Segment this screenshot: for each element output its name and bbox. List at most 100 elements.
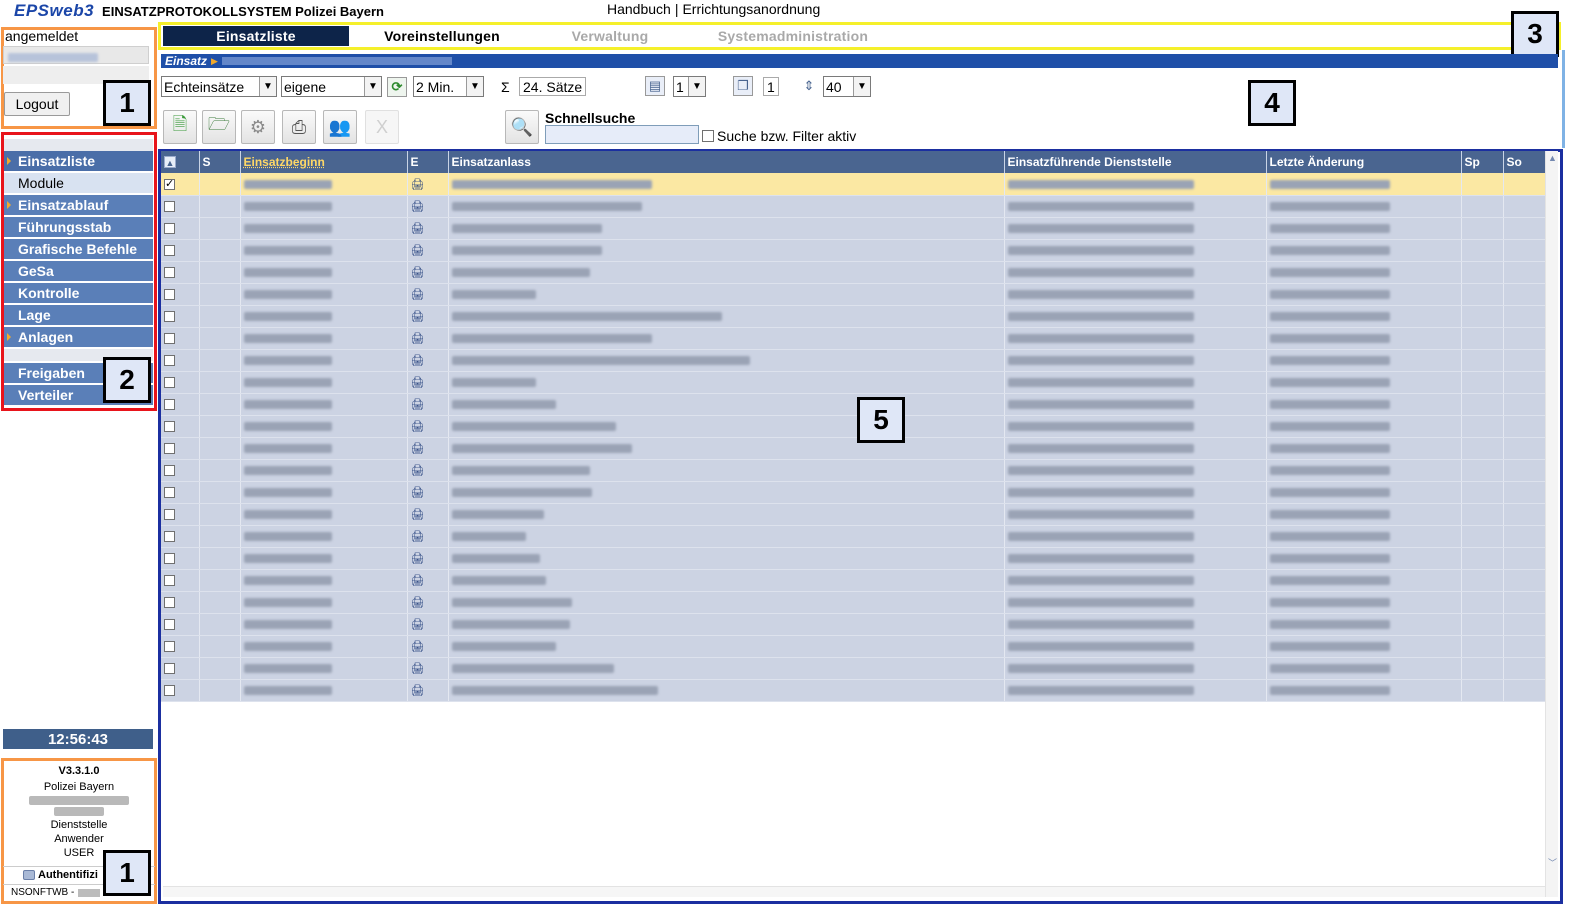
table-row[interactable]: 🖨 [161,173,1546,196]
refresh-interval-select[interactable]: 2 Min. ▼ [413,76,484,97]
table-row[interactable]: 🖨 [161,635,1546,658]
table-row[interactable]: 🖨 [161,261,1546,284]
column-header-einsatzbeginn[interactable]: Einsatzbeginn [240,151,408,173]
quicksearch-icon[interactable]: 🔍 [505,110,539,144]
column-header-dienststelle[interactable]: Einsatzführende Dienststelle [1004,151,1267,173]
redacted-text [1007,532,1194,542]
quicksearch-input[interactable] [545,125,699,144]
nav-item-label: Verteiler [18,387,74,403]
row-checkbox[interactable] [164,201,175,213]
column-header-s[interactable]: S [199,151,241,173]
table-row[interactable]: 🖨 [161,327,1546,350]
row-checkbox[interactable] [164,289,175,301]
row-checkbox[interactable] [164,333,175,345]
column-header-einsatzanlass[interactable]: Einsatzanlass [448,151,1005,173]
nav-item-gesa[interactable]: GeSa [4,261,153,281]
nav-item-kontrolle[interactable]: Kontrolle [4,283,153,303]
redacted-text [1007,444,1194,454]
row-checkbox[interactable] [164,311,175,323]
cell-einsatzbeginn [240,679,408,702]
cell-einsatzbeginn [240,195,408,218]
sort-up-icon[interactable]: ▲ [164,156,176,168]
table-row[interactable]: 🖨 [161,613,1546,636]
row-checkbox[interactable] [164,509,175,521]
table-row[interactable]: 🖨 [161,657,1546,680]
rows-per-page-select[interactable]: 40 ▼ [823,76,871,97]
redacted-text [1269,422,1390,432]
table-row[interactable]: 🖨 [161,371,1546,394]
table-row[interactable]: 🖨 [161,393,1546,416]
row-checkbox[interactable] [164,663,175,675]
table-row[interactable]: 🖨 [161,459,1546,482]
row-checkbox[interactable] [164,641,175,653]
scroll-down-icon[interactable]: ﹀ [1546,856,1559,869]
column-header-sp[interactable]: Sp [1461,151,1504,173]
table-row[interactable]: 🖨 [161,437,1546,460]
row-checkbox[interactable] [164,355,175,367]
users-icon[interactable]: 👥 [323,110,357,144]
table-row[interactable]: 🖨 [161,239,1546,262]
table-row[interactable]: 🖨 [161,283,1546,306]
logged-user-name [3,46,149,64]
row-checkbox[interactable] [164,487,175,499]
row-checkbox[interactable] [164,619,175,631]
scroll-up-icon[interactable]: ▲ [1546,153,1559,166]
redacted-text [451,356,750,366]
row-checkbox[interactable] [164,465,175,477]
einsatz-type-select[interactable]: Echteinsätze ▼ [161,76,277,97]
table-row[interactable]: 🖨 [161,195,1546,218]
row-checkbox[interactable] [164,575,175,587]
page-select[interactable]: 1 ▼ [673,76,706,97]
row-checkbox[interactable] [164,685,175,697]
column-header-e[interactable]: E [407,151,449,173]
column-header-letzte-aenderung[interactable]: Letzte Änderung [1266,151,1462,173]
nav-item-lage[interactable]: Lage [4,305,153,325]
table-row[interactable]: 🖨 [161,525,1546,548]
owner-select[interactable]: eigene ▼ [281,76,382,97]
horizontal-scrollbar[interactable] [163,886,1545,897]
row-checkbox[interactable] [164,245,175,257]
refresh-icon[interactable]: ⟳ [387,77,407,97]
table-row[interactable]: 🖨 [161,679,1546,702]
nav-item-anlagen[interactable]: Anlagen [4,327,153,347]
table-row[interactable]: 🖨 [161,591,1546,614]
print-icon[interactable]: ⎙ [282,110,316,144]
row-checkbox[interactable] [164,177,175,191]
table-row[interactable]: 🖨 [161,547,1546,570]
handbuch-link[interactable]: Handbuch [607,1,671,17]
errichtungsanordnung-link[interactable]: Errichtungsanordnung [682,1,820,17]
column-header-so[interactable]: So [1503,151,1546,173]
row-checkbox[interactable] [164,223,175,235]
table-row[interactable]: 🖨 [161,503,1546,526]
filter-active-toggle[interactable]: Suche bzw. Filter aktiv [702,128,856,144]
new-einsatz-icon[interactable]: 🗎 [163,110,197,144]
logout-button[interactable]: Logout [4,92,70,116]
nav-item-grafische-befehle[interactable]: Grafische Befehle [4,239,153,259]
tab-voreinstellungen[interactable]: Voreinstellungen [349,26,535,46]
row-checkbox-cell [161,503,200,526]
tab-einsatzliste[interactable]: Einsatzliste [163,26,349,46]
nav-item-module[interactable]: Module [4,173,153,193]
row-checkbox[interactable] [164,421,175,433]
row-checkbox[interactable] [164,597,175,609]
table-row[interactable]: 🖨 [161,217,1546,240]
nav-item-einsatzliste[interactable]: Einsatzliste [4,151,153,171]
table-row[interactable]: 🖨 [161,305,1546,328]
table-row[interactable]: 🖨 [161,569,1546,592]
row-checkbox[interactable] [164,399,175,411]
settings-icon[interactable]: ⚙ [241,110,275,144]
nav-item-fuehrungsstab[interactable]: Führungsstab [4,217,153,237]
filter-active-checkbox[interactable] [702,130,714,142]
select-all-header[interactable]: ▲ [161,151,200,173]
open-einsatz-icon[interactable]: 🗁 [202,110,236,144]
table-row[interactable]: 🖨 [161,349,1546,372]
table-row[interactable]: 🖨 [161,481,1546,504]
row-checkbox[interactable] [164,377,175,389]
row-checkbox[interactable] [164,443,175,455]
row-checkbox[interactable] [164,531,175,543]
table-row[interactable]: 🖨 [161,415,1546,438]
row-checkbox[interactable] [164,267,175,279]
row-checkbox[interactable] [164,553,175,565]
vertical-scrollbar[interactable]: ▲ ﹀ [1545,151,1558,897]
nav-item-einsatzablauf[interactable]: Einsatzablauf [4,195,153,215]
